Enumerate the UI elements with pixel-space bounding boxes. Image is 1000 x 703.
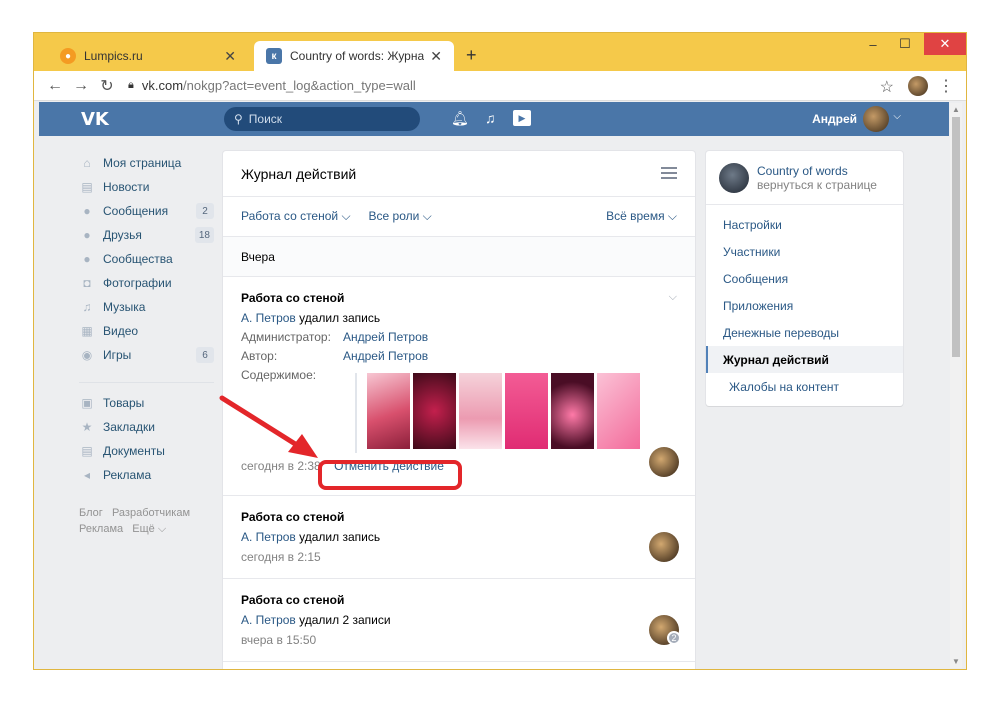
- pointer-arrow-icon: [219, 395, 318, 458]
